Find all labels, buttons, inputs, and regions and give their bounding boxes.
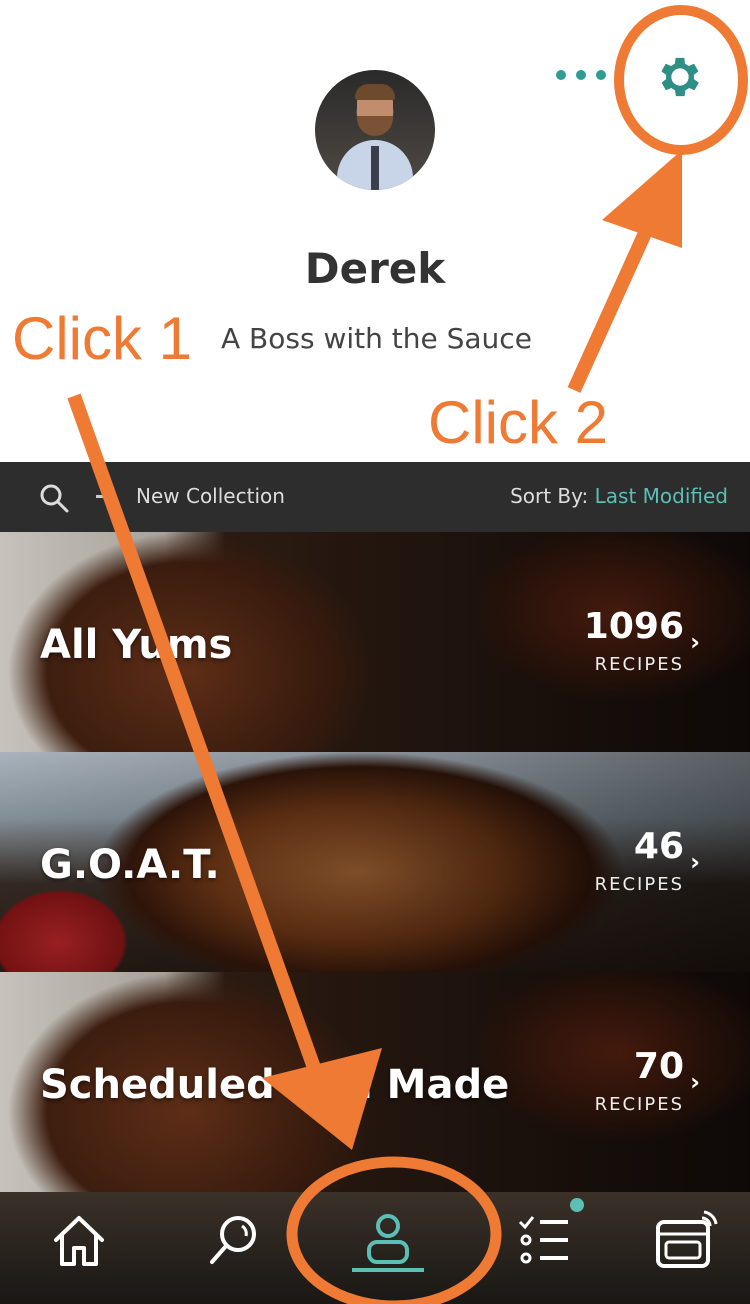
collection-unit: RECIPES [594, 654, 684, 675]
annotation-click-1: Click 1 [12, 305, 193, 372]
new-collection-button[interactable]: New Collection [136, 484, 285, 508]
bottom-tab-bar [0, 1192, 750, 1304]
annotation-click-2: Click 2 [428, 389, 609, 456]
sort-value[interactable]: Last Modified [595, 484, 728, 508]
home-icon[interactable] [44, 1210, 114, 1270]
more-icon[interactable] [556, 60, 606, 90]
search-icon[interactable] [198, 1210, 268, 1270]
collection-card-scheduled[interactable]: Scheduled and Made 70 RECIPES › [0, 972, 750, 1192]
avatar[interactable] [315, 70, 435, 190]
sort-control[interactable]: Sort By: Last Modified [510, 484, 728, 508]
collections-toolbar: New Collection Sort By: Last Modified [0, 462, 750, 532]
profile-bio: A Boss with the Sauce [221, 322, 532, 355]
chevron-right-icon: › [690, 628, 700, 656]
gear-icon[interactable] [654, 51, 706, 103]
collection-count: 46 [633, 826, 684, 867]
profile-name: Derek [304, 244, 446, 293]
oven-icon[interactable] [650, 1210, 720, 1270]
collection-count: 1096 [583, 606, 684, 647]
collection-title: Scheduled and Made [40, 1062, 510, 1108]
notification-badge [570, 1198, 584, 1212]
collection-title: G.O.A.T. [40, 842, 220, 888]
collection-card-all-yums[interactable]: All Yums 1096 RECIPES › [0, 532, 750, 752]
profile-header: Derek A Boss with the Sauce [0, 0, 750, 462]
active-tab-indicator [352, 1268, 424, 1272]
profile-icon[interactable] [353, 1210, 423, 1270]
new-collection-icon[interactable] [96, 495, 106, 498]
search-icon[interactable] [38, 482, 70, 514]
list-icon[interactable] [510, 1210, 580, 1270]
collection-count: 70 [633, 1046, 684, 1087]
collection-unit: RECIPES [594, 874, 684, 895]
sort-label: Sort By: [510, 484, 589, 508]
collection-title: All Yums [40, 622, 233, 668]
collection-card-goat[interactable]: G.O.A.T. 46 RECIPES › [0, 752, 750, 972]
chevron-right-icon: › [690, 1068, 700, 1096]
collection-unit: RECIPES [594, 1094, 684, 1115]
chevron-right-icon: › [690, 848, 700, 876]
